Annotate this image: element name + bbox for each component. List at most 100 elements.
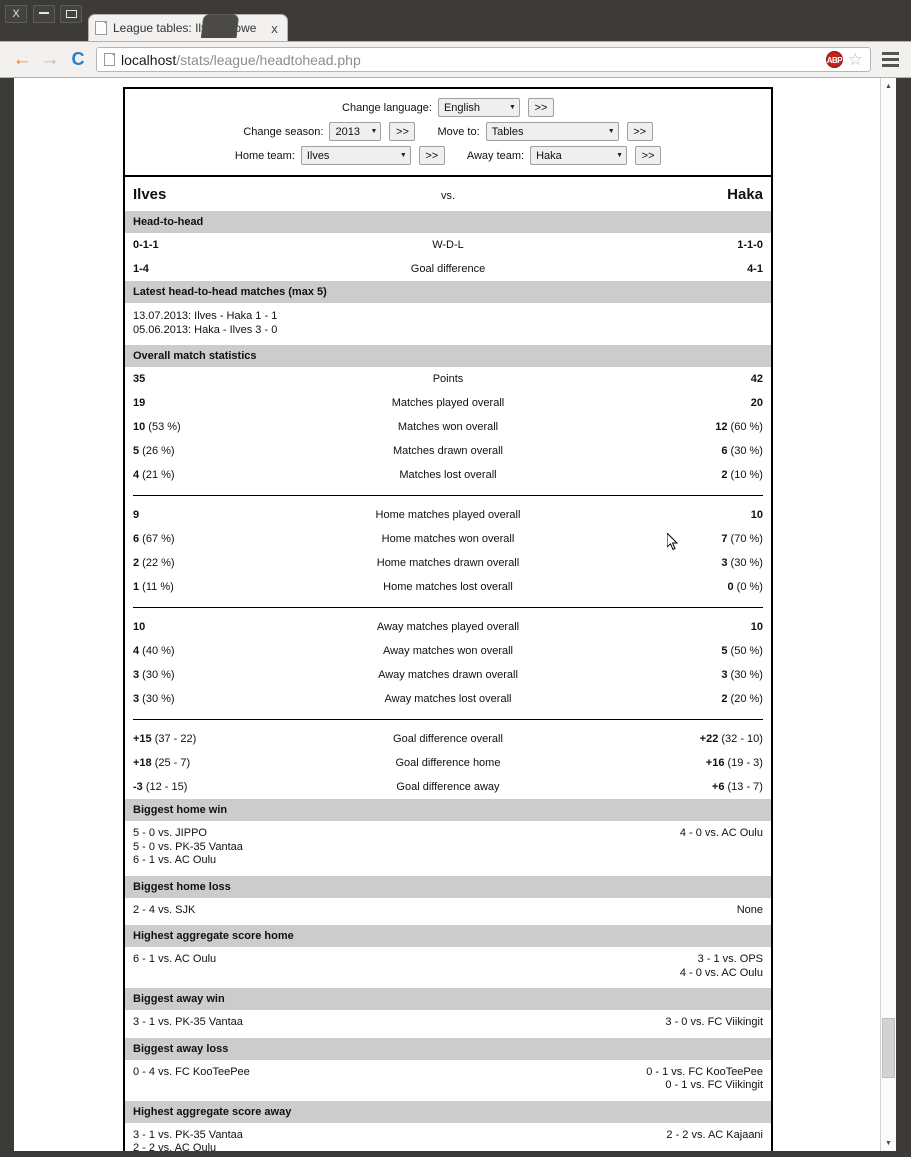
stat-row: 35 Points 42 <box>125 367 771 391</box>
page-info-icon[interactable] <box>104 53 115 66</box>
stat-label: Away matches won overall <box>382 645 513 657</box>
reload-icon[interactable]: C <box>64 46 92 74</box>
tab-title: League tables: Ilves [Powe <box>113 21 257 35</box>
address-bar[interactable]: localhost/stats/league/headtohead.php AB… <box>96 47 871 72</box>
biggest-away-win-left: 3 - 1 vs. PK-35 Vantaa <box>133 1016 243 1028</box>
biggest-away-win-content: 3 - 1 vs. PK-35 Vantaa 3 - 0 vs. FC Viik… <box>125 1010 771 1038</box>
stat-label: Matches drawn overall <box>392 445 504 457</box>
back-icon[interactable]: ← <box>8 46 36 74</box>
stat-row: 4 (40 %) Away matches won overall 5 (50 %) <box>125 639 771 663</box>
browser-tab[interactable]: League tables: Ilves [Powe x <box>88 14 288 41</box>
stat-label: Home matches won overall <box>381 533 515 545</box>
move-to-select[interactable]: Tables ▼ <box>485 122 619 141</box>
stat-row: 19 Matches played overall 20 <box>125 391 771 415</box>
section-biggest-home-win: Biggest home win <box>125 799 771 821</box>
close-icon: X <box>12 8 20 20</box>
latest-match-item: 05.06.2013: Haka - Ilves 3 - 0 <box>133 323 278 336</box>
stat-row: 1 (11 %) Home matches lost overall 0 (0 %) <box>125 575 771 599</box>
stat-label: Goal difference overall <box>393 733 503 745</box>
away-team-name: Haka <box>727 186 763 203</box>
stat-away-value: 20 <box>750 397 763 409</box>
season-select[interactable]: 2013 ▼ <box>329 122 382 141</box>
chevron-down-icon: ▼ <box>616 152 624 159</box>
stat-away-value: 2 (20 %) <box>721 693 763 705</box>
chevron-down-icon: ▼ <box>370 128 378 135</box>
home-team-value: Ilves <box>306 149 330 162</box>
new-tab-button[interactable] <box>200 14 240 38</box>
stat-home-value: 35 <box>133 373 146 385</box>
url-path: /stats/league/headtohead.php <box>176 51 361 68</box>
section-biggest-away-loss: Biggest away loss <box>125 1037 771 1060</box>
controls-panel: Change language: English ▼ >> Change sea… <box>125 89 771 177</box>
stat-home-value: 3 (30 %) <box>133 669 175 681</box>
stat-label: Points <box>432 373 464 385</box>
window-maximize-button[interactable] <box>60 5 82 23</box>
stat-away-value: 1-1-0 <box>737 239 763 251</box>
home-team-select[interactable]: Ilves ▼ <box>300 146 411 165</box>
biggest-away-loss-right: 0 - 1 vs. FC KooTeePee 0 - 1 vs. FC Viiki… <box>646 1065 763 1092</box>
scroll-down-icon[interactable]: ▼ <box>881 1135 896 1151</box>
away-team-select[interactable]: Haka ▼ <box>530 146 628 165</box>
stat-row: 3 (30 %) Away matches drawn overall 3 (30 … <box>125 663 771 687</box>
highest-agg-away-left: 3 - 1 vs. PK-35 Vantaa2 - 2 vs. AC Oulu0… <box>133 1128 243 1152</box>
stat-home-value: 5 (26 %) <box>133 445 175 457</box>
biggest-away-loss-content: 0 - 4 vs. FC KooTeePee 0 - 1 vs. FC KooT… <box>125 1060 771 1101</box>
latest-matches-list: 13.07.2013: Ilves - Haka 1 - 1 05.06.2013… <box>125 303 771 345</box>
stat-label: W-D-L <box>432 239 464 251</box>
scrollbar-find-mark <box>882 578 895 592</box>
vertical-scrollbar[interactable]: ▲ ▼ <box>880 78 896 1151</box>
biggest-home-loss-left: 2 - 4 vs. SJK <box>133 903 196 916</box>
stat-label: Matches lost overall <box>399 469 497 481</box>
window-close-button[interactable]: X <box>5 5 27 23</box>
stat-row: 1-4 Goal difference 4-1 <box>125 257 771 281</box>
forward-icon[interactable]: → <box>36 46 64 74</box>
stat-home-value: 1-4 <box>133 263 149 275</box>
stat-row: 3 (30 %) Away matches lost overall 2 (20 %… <box>125 687 771 711</box>
biggest-away-loss-left: 0 - 4 vs. FC KooTeePee <box>133 1065 250 1078</box>
stat-away-value: 3 (30 %) <box>721 669 763 681</box>
section-latest-h2h: Latest head-to-head matches (max 5) <box>125 281 771 303</box>
stat-row: 0-1-1 W-D-L 1-1-0 <box>125 233 771 257</box>
section-head-to-head: Head-to-head <box>125 211 771 233</box>
stat-home-value: 4 (21 %) <box>133 469 175 481</box>
home-stat-rows: 9 Home matches played overall 10 6 (67 %) Ho… <box>125 503 771 599</box>
stats-page: Change language: English ▼ >> Change sea… <box>123 87 773 1151</box>
home-team-name: Ilves <box>133 186 167 203</box>
page-favicon-icon <box>95 21 107 35</box>
stat-away-value: 2 (10 %) <box>721 469 763 481</box>
scrollbar-thumb[interactable] <box>882 1018 895 1078</box>
move-to-go-button[interactable]: >> <box>626 122 653 141</box>
biggest-home-win-content: 5 - 0 vs. JIPPO 5 - 0 vs. PK-35 Vantaa 6 -… <box>125 821 771 876</box>
stat-away-value: 5 (50 %) <box>721 645 763 657</box>
tab-close-icon[interactable]: x <box>268 21 281 36</box>
maximize-icon <box>65 9 77 18</box>
move-to-label: Move to: <box>437 125 480 138</box>
highest-agg-home-content: 6 - 1 vs. AC Oulu 3 - 1 vs. OPS 4 - 0 vs.… <box>125 947 771 988</box>
language-go-button[interactable]: >> <box>527 98 554 117</box>
stat-label: Home matches drawn overall <box>376 557 520 569</box>
section-biggest-home-loss: Biggest home loss <box>125 875 771 898</box>
stat-home-value: -3 (12 - 15) <box>133 781 188 793</box>
stat-row: 2 (22 %) Home matches drawn overall 3 (30 … <box>125 551 771 575</box>
away-stat-rows: 10 Away matches played overall 10 4 (40 %) A… <box>125 615 771 711</box>
stat-away-value: 10 <box>750 621 763 633</box>
season-go-button[interactable]: >> <box>389 122 416 141</box>
biggest-home-loss-content: 2 - 4 vs. SJK None <box>125 898 771 926</box>
stat-label: Home matches lost overall <box>383 581 513 593</box>
stat-home-value: 19 <box>133 397 146 409</box>
window-minimize-button[interactable] <box>33 5 55 23</box>
hamburger-menu-icon[interactable] <box>877 52 903 67</box>
away-team-go-button[interactable]: >> <box>635 146 662 165</box>
language-select[interactable]: English ▼ <box>437 98 520 117</box>
stat-away-value: 3 (30 %) <box>721 557 763 569</box>
stat-home-value: 10 <box>133 621 146 633</box>
adblock-icon[interactable]: ABP <box>825 51 843 68</box>
scroll-up-icon[interactable]: ▲ <box>881 78 896 94</box>
stat-home-value: 2 (22 %) <box>133 557 175 569</box>
bookmark-star-icon[interactable]: ☆ <box>848 51 863 68</box>
language-row: Change language: English ▼ >> <box>135 98 761 117</box>
biggest-home-win-right: 4 - 0 vs. AC Oulu <box>679 827 763 839</box>
section-overall: Overall match statistics <box>125 345 771 367</box>
highest-agg-away-right: 2 - 2 vs. AC Kajaani <box>666 1128 763 1141</box>
home-team-go-button[interactable]: >> <box>418 146 445 165</box>
